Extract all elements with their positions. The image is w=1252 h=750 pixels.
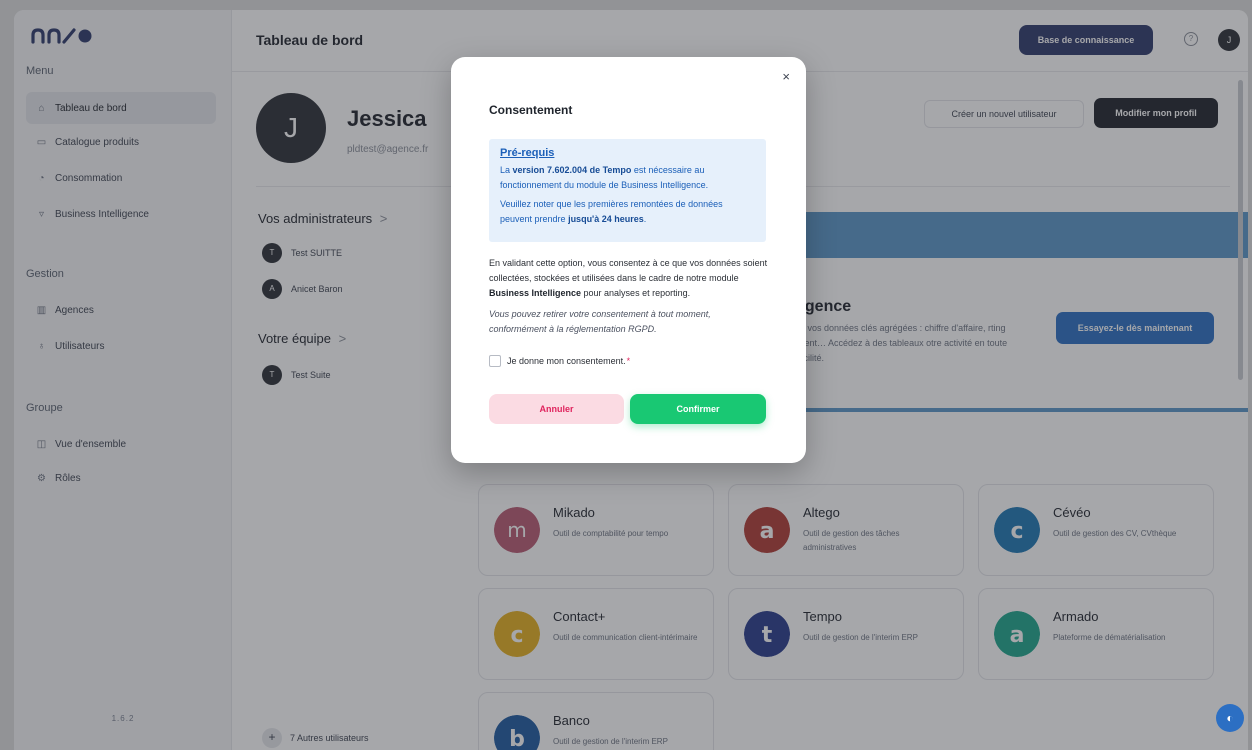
chat-icon: ◐ [1226,711,1234,725]
consent-modal: × Consentement Pré-requis La version 7.6… [451,57,806,463]
prerequisites-title[interactable]: Pré-requis [500,147,755,159]
cancel-button[interactable]: Annuler [489,394,624,424]
consent-checkbox[interactable] [489,355,501,367]
gdpr-notice: Vous pouvez retirer votre consentement à… [489,309,711,334]
prerequisites-delay-text: Veuillez noter que les premières remonté… [500,199,723,224]
modal-title: Consentement [489,103,573,117]
consent-description: En validant cette option, vous consentez… [489,258,768,298]
required-mark: * [626,356,631,366]
close-icon[interactable]: × [782,69,790,84]
prerequisites-version-text: La version 7.602.004 de Tempo est nécess… [500,165,709,190]
confirm-button[interactable]: Confirmer [630,394,766,424]
prerequisites-box: Pré-requis La version 7.602.004 de Tempo… [489,139,766,242]
consent-checkbox-row[interactable]: Je donne mon consentement. * [489,355,630,367]
support-chat-button[interactable]: ◐ [1216,704,1244,732]
consent-checkbox-label: Je donne mon consentement. [507,356,626,366]
